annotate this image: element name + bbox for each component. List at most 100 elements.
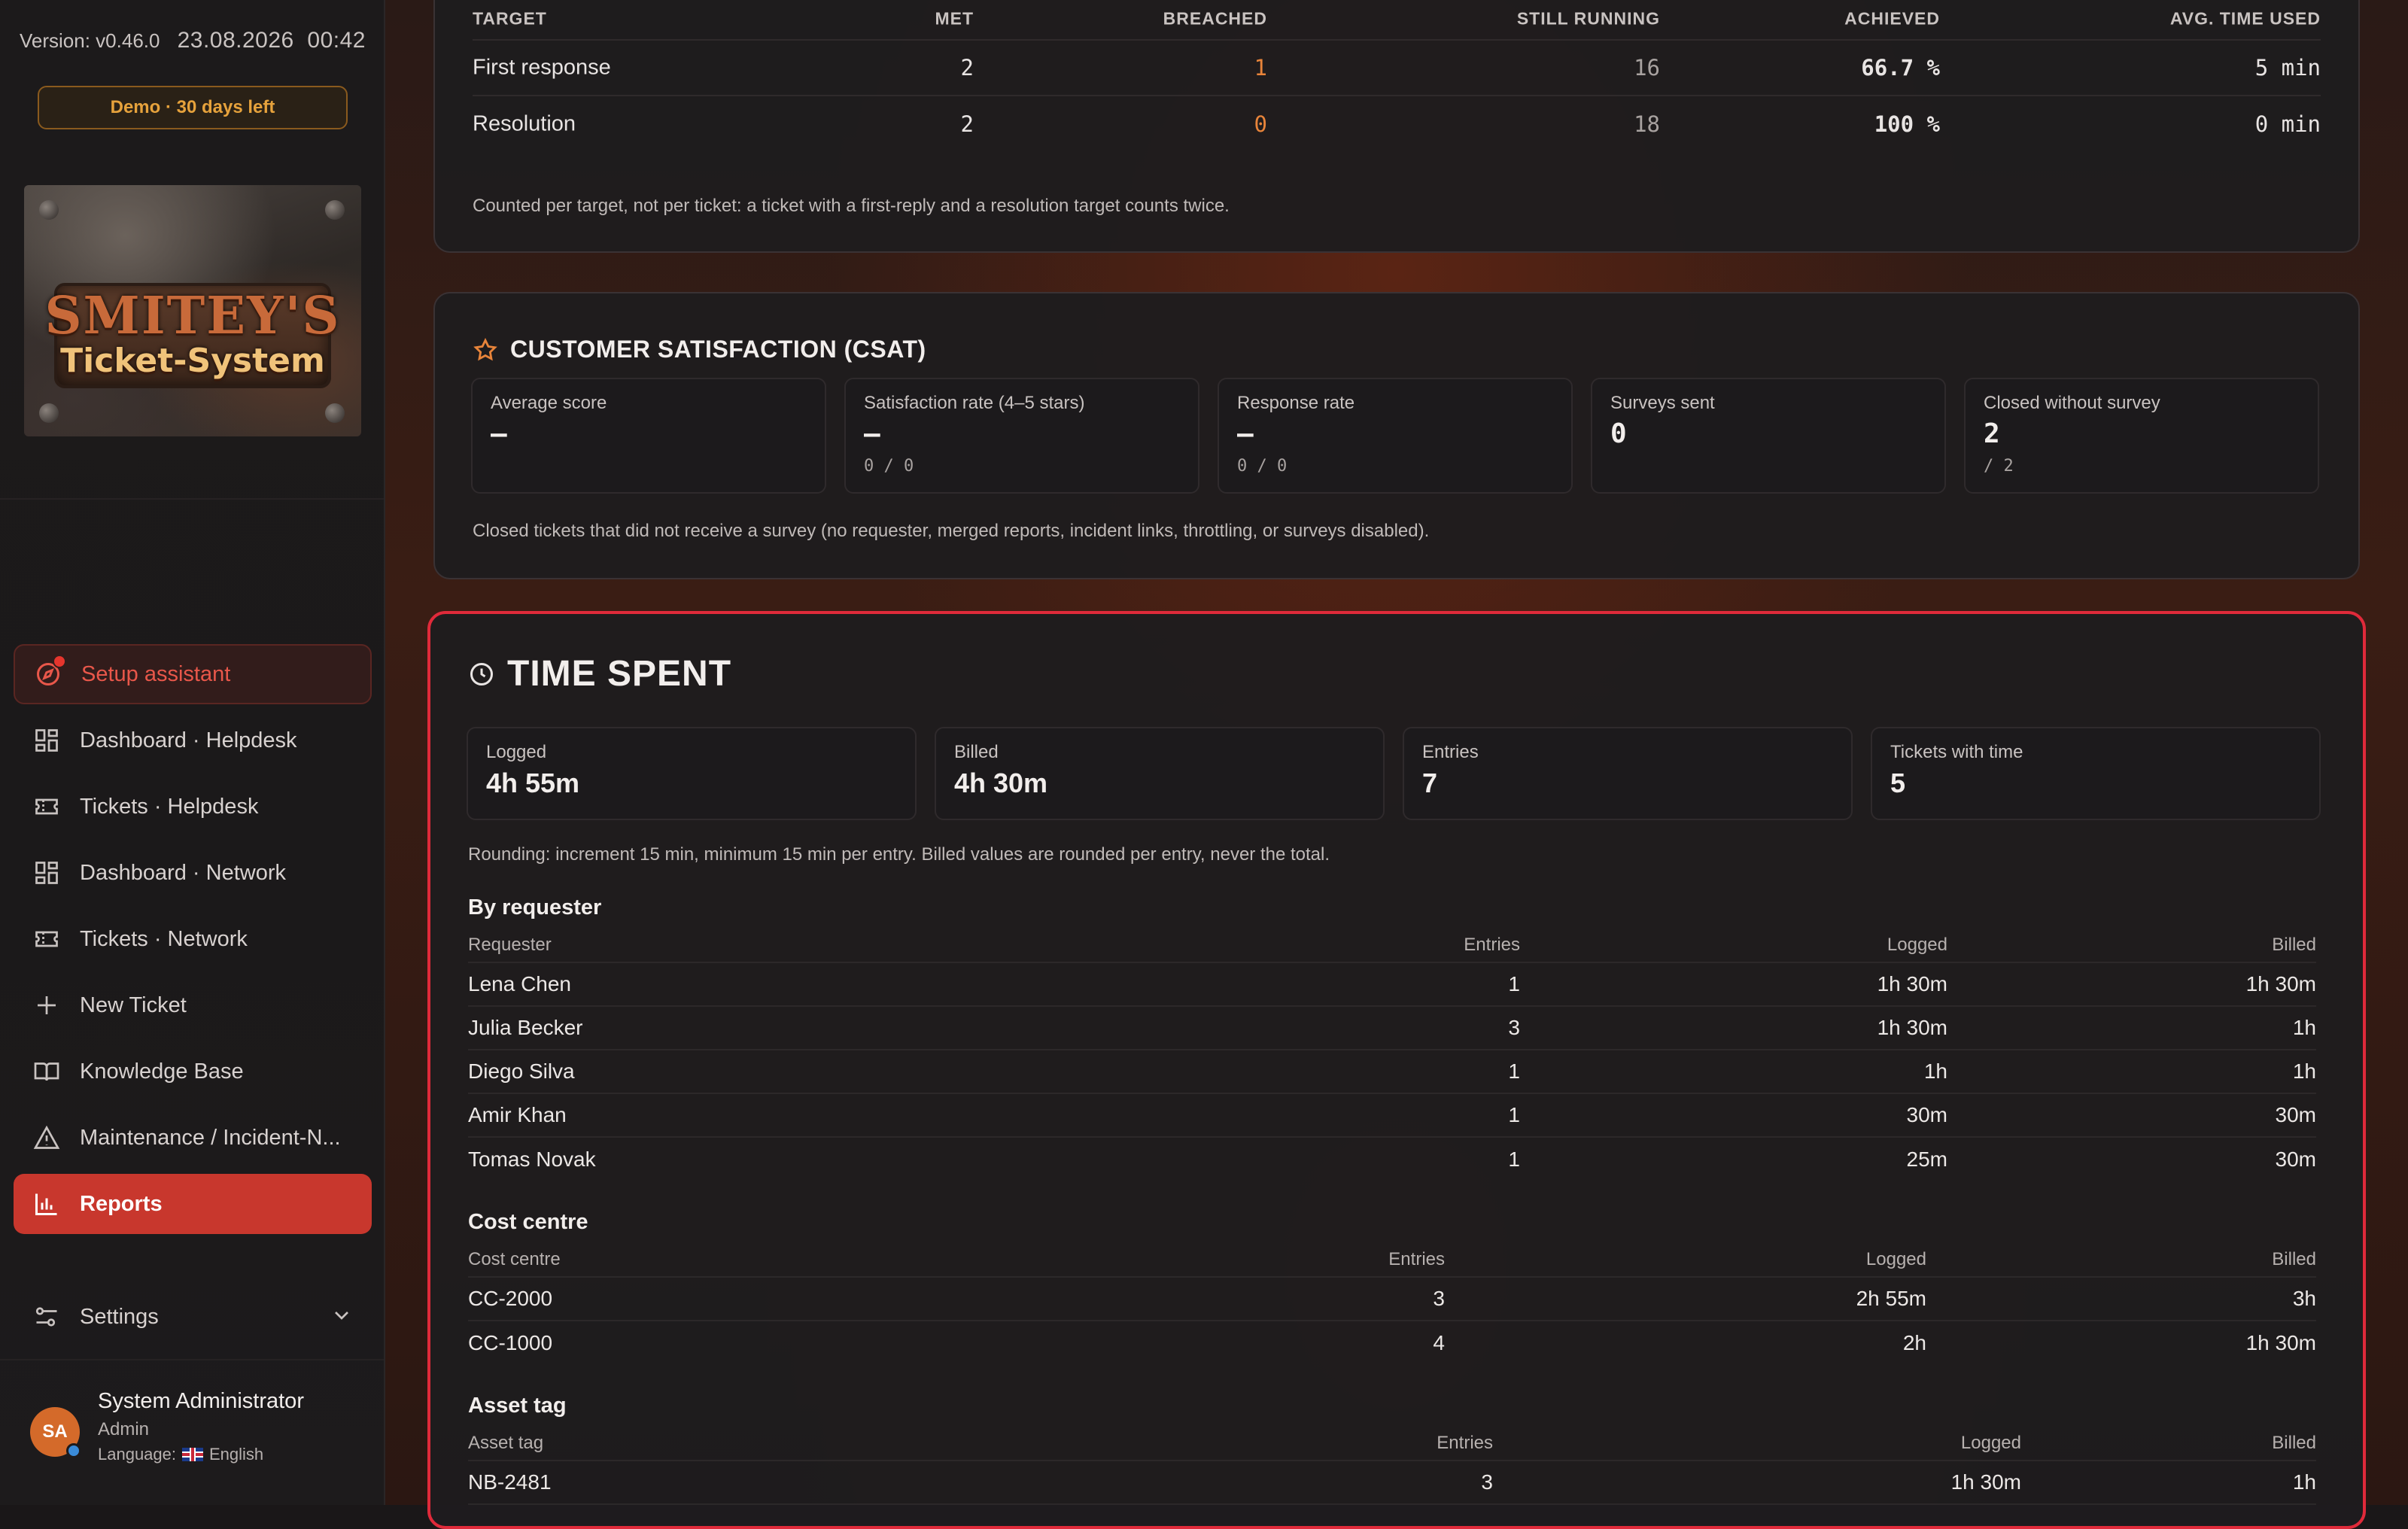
avatar-initials: SA <box>42 1421 68 1442</box>
cost-centre-table: Cost centre Entries Logged Billed CC-200… <box>468 1243 2316 1365</box>
sidebar-item-label: New Ticket <box>80 992 187 1017</box>
table-header: Asset tag Entries Logged Billed <box>468 1427 2316 1461</box>
stat-satisfaction-rate: Satisfaction rate (4–5 stars) – 0 / 0 <box>844 378 1199 494</box>
cell-requester: Lena Chen <box>468 972 572 996</box>
sidebar-item-label: Reports <box>80 1191 163 1216</box>
sidebar-item-setup-assistant[interactable]: Setup assistant <box>14 644 372 704</box>
cell-breached: 0 <box>1254 111 1267 137</box>
sidebar-item-dashboard-helpdesk[interactable]: Dashboard · Helpdesk <box>14 710 372 771</box>
sidebar-item-knowledge-base[interactable]: Knowledge Base <box>14 1041 372 1102</box>
csat-stats: Average score – Satisfaction rate (4–5 s… <box>471 378 2319 494</box>
sidebar-item-label: Tickets · Network <box>80 926 248 951</box>
column-header: Entries <box>1437 1433 1493 1453</box>
stat-tickets-with-time: Tickets with time 5 <box>1871 727 2321 820</box>
column-header: Logged <box>1887 935 1947 955</box>
column-header: AVG. TIME USED <box>2169 8 2321 29</box>
column-header: ACHIEVED <box>1844 8 1940 29</box>
cell-breached: 1 <box>1254 55 1267 81</box>
time-spent-title: TIME SPENT <box>507 654 732 694</box>
cell-logged: 1h 30m <box>1950 1470 2021 1494</box>
cell-billed: 30m <box>2275 1148 2316 1171</box>
status-indicator <box>66 1443 81 1458</box>
cell-billed: 1h <box>2292 1059 2316 1083</box>
table-row: First response 2 1 16 66.7 % 5 min <box>473 41 2321 96</box>
section-title-cost-centre: Cost centre <box>468 1210 588 1234</box>
cell-target: First response <box>473 55 611 80</box>
sidebar-item-dashboard-network[interactable]: Dashboard · Network <box>14 843 372 903</box>
cell-billed: 3h <box>2292 1287 2316 1310</box>
sidebar-item-label: Maintenance / Incident-N... <box>80 1125 341 1150</box>
stat-value: – <box>1237 418 1254 449</box>
cell-avg-time: 5 min <box>2254 55 2321 81</box>
sidebar-item-label: Setup assistant <box>81 661 231 686</box>
cell-avg-time: 0 min <box>2254 111 2321 137</box>
sidebar-item-maintenance[interactable]: Maintenance / Incident-N... <box>14 1108 372 1168</box>
column-header: Entries <box>1464 935 1520 955</box>
sidebar-item-reports[interactable]: Reports <box>14 1174 372 1234</box>
column-header: Billed <box>2272 1433 2316 1453</box>
user-role: Admin <box>98 1419 150 1439</box>
stat-entries: Entries 7 <box>1403 727 1853 820</box>
star-icon <box>473 337 498 363</box>
cell-logged: 2h 55m <box>1856 1287 1926 1310</box>
asset-tag-table: Asset tag Entries Logged Billed NB-2481 … <box>468 1427 2316 1505</box>
ticket-icon <box>32 924 62 954</box>
date-label: 23.08.2026 <box>177 28 294 53</box>
column-header: Asset tag <box>468 1433 544 1453</box>
column-header: Entries <box>1388 1249 1445 1269</box>
sidebar: Version: v0.46.0 23.08.2026 00:42 Demo ·… <box>0 0 385 1505</box>
column-header: STILL RUNNING <box>1516 8 1660 29</box>
stat-label: Average score <box>491 393 607 413</box>
time-label: 00:42 <box>307 28 366 53</box>
cell-logged: 1h <box>1923 1059 1947 1083</box>
user-profile[interactable]: SA System Administrator Admin Language: … <box>30 1389 369 1479</box>
dashboard-icon <box>32 725 62 755</box>
table-header: Cost centre Entries Logged Billed <box>468 1243 2316 1278</box>
cell-entries: 1 <box>1508 972 1520 996</box>
table-header: TARGET MET BREACHED STILL RUNNING ACHIEV… <box>473 0 2321 41</box>
stat-sub: 0 / 0 <box>864 457 914 476</box>
sidebar-item-tickets-helpdesk[interactable]: Tickets · Helpdesk <box>14 777 372 837</box>
avatar[interactable]: SA <box>30 1407 81 1458</box>
sidebar-item-label: Knowledge Base <box>80 1059 244 1084</box>
chevron-down-icon[interactable] <box>330 1303 354 1333</box>
stat-average-score: Average score – <box>471 378 826 494</box>
stat-sub: / 2 <box>1984 457 2014 476</box>
sidebar-item-label: Dashboard · Network <box>80 860 286 885</box>
sidebar-item-tickets-network[interactable]: Tickets · Network <box>14 909 372 969</box>
column-header: Billed <box>2272 935 2316 955</box>
stat-value: 7 <box>1422 768 1438 798</box>
divider <box>0 1359 384 1360</box>
warning-icon <box>32 1123 62 1153</box>
stat-value: – <box>491 418 507 449</box>
card-title: TIME SPENT <box>468 653 731 695</box>
sidebar-item-label: Tickets · Helpdesk <box>80 794 259 819</box>
cell-logged: 2h <box>1902 1331 1926 1354</box>
cell-billed: 1h 30m <box>2245 972 2316 996</box>
cell-requester: Julia Becker <box>468 1016 583 1039</box>
cell-target: Resolution <box>473 111 576 136</box>
cell-requester: Diego Silva <box>468 1059 575 1083</box>
cell-entries: 1 <box>1508 1103 1520 1126</box>
cell-logged: 30m <box>1906 1103 1947 1126</box>
stat-logged: Logged 4h 55m <box>467 727 917 820</box>
language-selector[interactable]: Language: English <box>98 1445 263 1464</box>
cell-entries: 1 <box>1508 1059 1520 1083</box>
book-icon <box>32 1056 62 1087</box>
cell-billed: 30m <box>2275 1103 2316 1126</box>
column-header: MET <box>935 8 974 29</box>
cell-running: 18 <box>1634 111 1660 137</box>
cell-asset-tag: NB-2481 <box>468 1470 552 1494</box>
stat-closed-without-survey: Closed without survey 2 / 2 <box>1964 378 2319 494</box>
sidebar-item-new-ticket[interactable]: New Ticket <box>14 975 372 1035</box>
section-title-by-requester: By requester <box>468 895 602 920</box>
chart-icon <box>32 1189 62 1219</box>
csat-note: Closed tickets that did not receive a su… <box>473 521 1430 541</box>
ticket-icon <box>32 792 62 822</box>
version-label: Version: v0.46.0 <box>20 29 160 52</box>
main-content: TARGET MET BREACHED STILL RUNNING ACHIEV… <box>385 0 2408 1529</box>
sidebar-item-settings[interactable]: Settings <box>14 1287 372 1347</box>
demo-badge[interactable]: Demo · 30 days left <box>38 86 348 129</box>
stat-label: Entries <box>1422 742 1479 762</box>
column-header: Requester <box>468 935 552 955</box>
